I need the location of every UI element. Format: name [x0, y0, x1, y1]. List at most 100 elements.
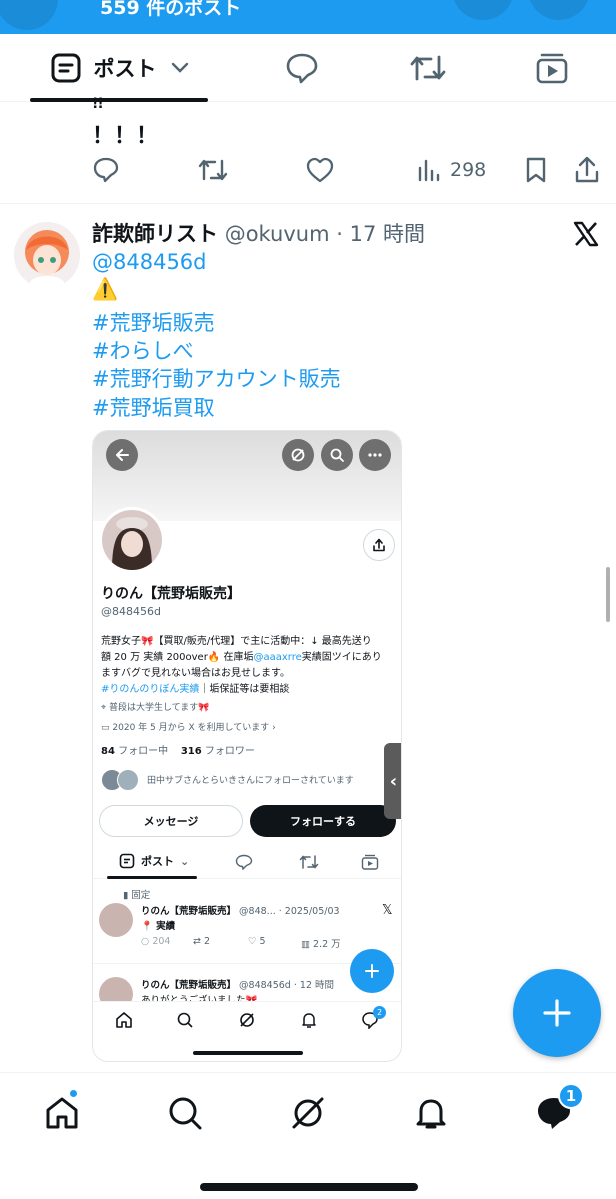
nav-grok[interactable]: [286, 1091, 330, 1135]
views-count: 2.2 万: [313, 939, 341, 950]
tab-posts[interactable]: ポスト: [30, 34, 208, 102]
tab-replies[interactable]: [270, 34, 334, 102]
views-chart-icon: [418, 159, 440, 182]
tab-media[interactable]: [520, 34, 584, 102]
media-icon: [361, 854, 379, 870]
search-icon: [177, 1012, 193, 1028]
tweet-header: りのん【荒野垢販売】 @848... · 2025/05/03: [141, 903, 340, 917]
search-icon: [169, 1097, 202, 1130]
reply-bubble-icon: [235, 854, 253, 870]
tweet-avatar: [99, 903, 133, 937]
attached-screenshot-image[interactable]: りのん【荒野垢販売】 @848456d 荒野女子🎀【買取/販売/代理】で主に活動…: [92, 430, 402, 1062]
bookmark-button[interactable]: [524, 150, 548, 190]
reply-count: 204: [152, 936, 171, 947]
tweet-meta: @848456d · 12 時間: [239, 980, 335, 991]
back-arrow-icon: [106, 439, 138, 471]
followers-count: 316: [180, 746, 202, 757]
profile-tabs: ポスト: [0, 34, 616, 102]
bio-line: 荒野女子🎀【買取/販売/代理】で主に活動中：↓ 最高先送り: [101, 636, 372, 647]
hashtag-link[interactable]: #わらしべ: [92, 335, 194, 365]
x-logo-icon: 𝕏: [382, 903, 393, 918]
compose-fab-icon: [350, 949, 394, 993]
like-button[interactable]: [306, 150, 334, 190]
x-logo-icon: [572, 220, 600, 248]
avatar[interactable]: [14, 222, 80, 288]
home-notification-dot: [68, 1088, 79, 1099]
hashtag-link[interactable]: #荒野垢販売: [92, 307, 215, 337]
tweet-views: ▥ 2.2 万: [301, 939, 341, 950]
tweet-likes: ♡ 5: [248, 936, 266, 947]
tweet-author: りのん【荒野垢販売】: [141, 980, 237, 991]
follow-button: フォローする: [250, 805, 396, 837]
avatar-anime-image: [14, 222, 80, 288]
nav-notifications[interactable]: [409, 1091, 453, 1135]
tweet-reposts: ⇄ 2: [193, 936, 211, 947]
post-header: 詐欺師リスト @okuvum · 17 時間: [92, 218, 425, 248]
reply-button[interactable]: [92, 150, 120, 190]
joined-text: 2020 年 5 月から X を利用しています: [112, 723, 270, 733]
reply-icon: [93, 157, 119, 183]
home-indicator: [200, 1183, 418, 1191]
pinned-label: ▮ 固定: [123, 887, 150, 901]
repost-icon: [299, 855, 319, 869]
followers-label: フォロワー: [204, 746, 255, 757]
back-button[interactable]: [0, 0, 58, 30]
following-label: フォロー中: [118, 746, 169, 757]
repost-icon: [410, 55, 446, 81]
chevron-down-icon: ⌄: [180, 854, 190, 868]
pinned-text: 固定: [131, 890, 151, 901]
location-text: 普段は大学生してます🎀: [108, 703, 210, 713]
grok-icon: [282, 439, 314, 471]
search-icon: [321, 439, 353, 471]
post-count: 559 件のポスト: [100, 0, 242, 19]
prev-post-text-line2: ！！！: [92, 124, 159, 149]
warning-emoji: ⚠️: [92, 277, 119, 301]
active-tab-indicator: [107, 876, 197, 879]
location: ⌖ 普段は大学生してます🎀: [101, 700, 209, 713]
search-button[interactable]: [452, 0, 514, 20]
tweet-header: りのん【荒野垢販売】 @848456d · 12 時間: [141, 977, 334, 991]
messages-badge: 1: [558, 1083, 584, 1109]
tab-reposts[interactable]: [396, 34, 460, 102]
prev-post-text-line1: !!: [92, 96, 104, 112]
home-icon: [116, 1012, 132, 1028]
bio-hashtag: #りのんのりぼん実績: [101, 684, 200, 695]
nav-search[interactable]: [163, 1091, 207, 1135]
chevron-down-icon: [171, 62, 188, 73]
follow-counts: 84 フォロー中 316 フォロワー: [101, 742, 255, 757]
bottom-nav: 1: [0, 1072, 616, 1199]
screenshot-profile-tabs: ポスト ⌄: [93, 845, 401, 879]
hashtag-link[interactable]: #荒野行動アカウント販売: [92, 363, 341, 393]
message-button: メッセージ: [99, 805, 243, 837]
bookmark-icon: [526, 157, 546, 183]
compose-button[interactable]: [513, 969, 601, 1057]
hashtag-link[interactable]: #荒野垢買取: [92, 392, 215, 422]
display-name[interactable]: 詐欺師リスト: [92, 222, 218, 246]
views-count: 298: [450, 159, 487, 181]
follower-avatar: [117, 769, 139, 791]
share-button[interactable]: [574, 150, 600, 190]
bio-text: 額 20 万 実績 200over🔥 在庫垢: [101, 652, 254, 663]
grok-icon: [292, 1097, 324, 1129]
mention-link[interactable]: @848456d: [92, 250, 207, 274]
more-dots-icon: [359, 439, 391, 471]
following-count: 84: [101, 746, 115, 757]
scrollbar[interactable]: [606, 567, 610, 622]
joined-date: ▭ 2020 年 5 月から X を利用しています ›: [101, 720, 276, 733]
views-button[interactable]: 298: [416, 150, 486, 190]
bio-text: 実績固ツイにあり: [301, 652, 382, 663]
user-handle[interactable]: @okuvum: [225, 222, 330, 246]
nav-messages[interactable]: 1: [532, 1083, 584, 1135]
reply-bubble-icon: [286, 53, 318, 84]
profile-avatar-photo: [99, 507, 165, 573]
nav-home[interactable]: [40, 1088, 84, 1135]
repost-button[interactable]: [198, 150, 228, 190]
profile-name: りのん【荒野垢販売】: [101, 586, 241, 602]
more-button[interactable]: [528, 0, 590, 20]
tab-posts-label: ポスト: [141, 855, 174, 868]
bio-line: ますバグで見れない場合はお見せします。: [101, 668, 290, 679]
tab-posts-label: ポスト: [93, 57, 157, 81]
grok-icon: [240, 1013, 254, 1027]
media-icon: [536, 53, 568, 84]
tweet-author: りのん【荒野垢販売】: [141, 906, 237, 917]
